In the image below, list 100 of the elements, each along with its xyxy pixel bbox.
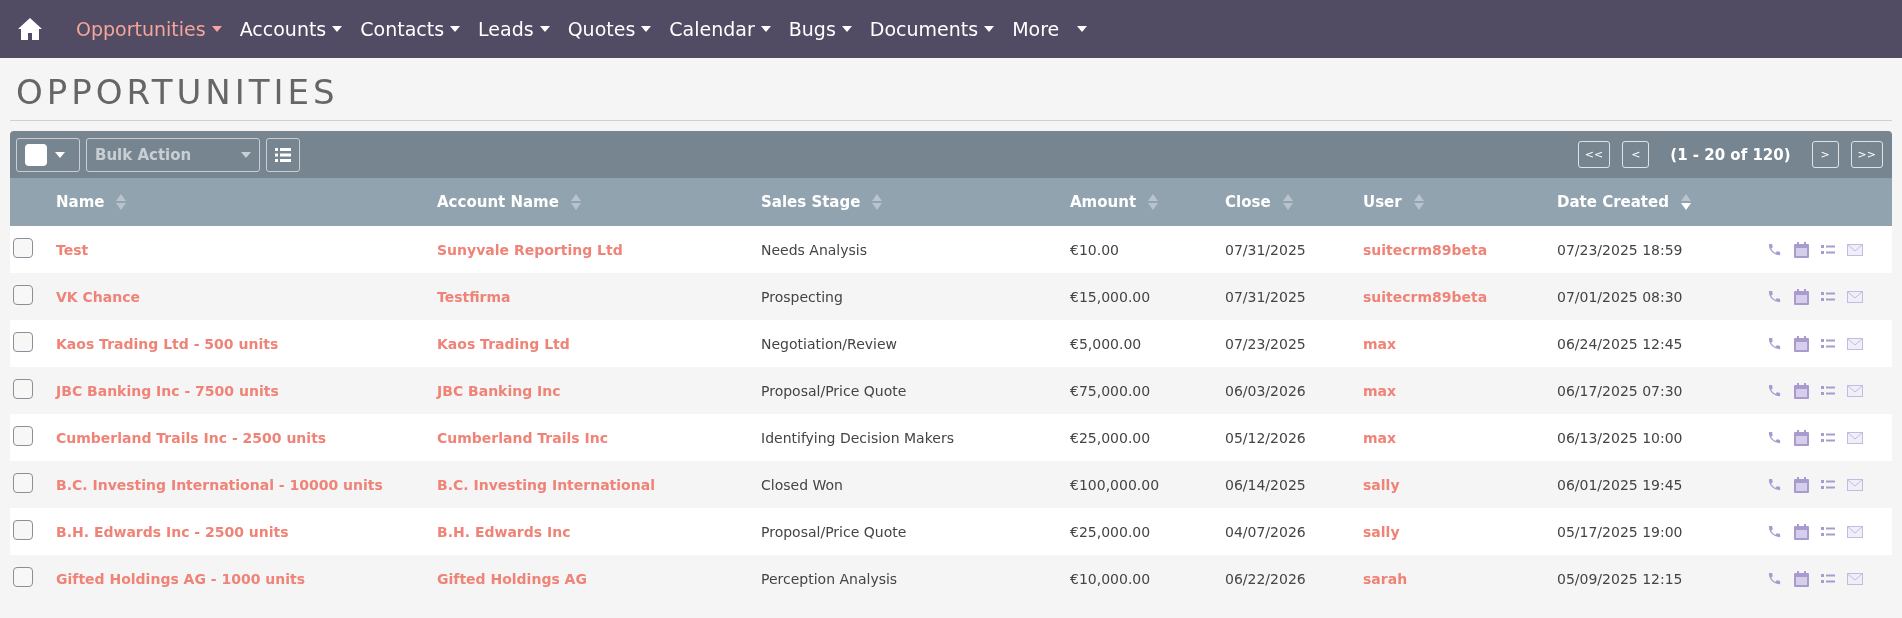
nav-menu-item[interactable]: Leads [478, 18, 551, 40]
calendar-icon[interactable] [1794, 241, 1809, 258]
calendar-icon[interactable] [1794, 476, 1809, 493]
sort-icon[interactable] [116, 194, 127, 210]
sort-icon[interactable] [1148, 194, 1159, 210]
sort-icon[interactable] [1282, 194, 1293, 210]
previous-page-button[interactable]: < [1622, 141, 1650, 168]
account-link[interactable]: B.H. Edwards Inc [437, 524, 571, 540]
account-link[interactable]: Sunyvale Reporting Ltd [437, 242, 623, 258]
column-header[interactable]: Name [56, 193, 105, 211]
sort-icon[interactable] [570, 194, 581, 210]
user-link[interactable]: sally [1363, 524, 1400, 540]
phone-icon[interactable] [1767, 477, 1782, 492]
sort-icon[interactable] [1680, 194, 1691, 210]
phone-icon[interactable] [1767, 242, 1782, 257]
first-page-button[interactable]: << [1577, 141, 1611, 168]
account-link[interactable]: Gifted Holdings AG [437, 571, 587, 587]
nav-menu-item[interactable]: Accounts [239, 18, 344, 40]
row-checkbox[interactable] [13, 425, 33, 446]
opportunity-link[interactable]: JBC Banking Inc - 7500 units [56, 383, 279, 399]
nav-menu-item[interactable]: Quotes [567, 18, 653, 40]
list-icon[interactable] [1821, 431, 1835, 444]
calendar-icon[interactable] [1794, 570, 1809, 587]
column-header[interactable]: User [1363, 193, 1402, 211]
next-page-button[interactable]: > [1811, 141, 1839, 168]
row-checkbox[interactable] [13, 519, 33, 540]
phone-icon[interactable] [1767, 383, 1782, 398]
column-header[interactable]: Close [1225, 193, 1271, 211]
list-icon[interactable] [1821, 290, 1835, 303]
opportunity-link[interactable]: VK Chance [56, 289, 140, 305]
bulk-action-dropdown[interactable]: Bulk Action [86, 137, 260, 172]
user-link[interactable]: max [1363, 336, 1397, 352]
envelope-icon[interactable] [1847, 525, 1863, 538]
calendar-icon[interactable] [1794, 523, 1809, 540]
list-icon[interactable] [1821, 384, 1835, 397]
home-icon[interactable] [18, 18, 42, 40]
last-page-button[interactable]: >> [1850, 141, 1883, 168]
list-icon[interactable] [1821, 243, 1835, 256]
envelope-icon[interactable] [1847, 431, 1863, 444]
list-icon[interactable] [1821, 478, 1835, 491]
nav-menu-item[interactable]: Bugs [788, 18, 853, 40]
phone-icon[interactable] [1767, 524, 1782, 539]
account-link[interactable]: Cumberland Trails Inc [437, 430, 608, 446]
nav-menu-item[interactable]: Contacts [360, 18, 462, 40]
row-checkbox[interactable] [13, 284, 33, 305]
opportunity-link[interactable]: B.C. Investing International - 10000 units [56, 477, 383, 493]
calendar-icon[interactable] [1794, 382, 1809, 399]
opportunity-link[interactable]: Test [56, 242, 89, 258]
user-link[interactable]: sally [1363, 477, 1400, 493]
phone-icon[interactable] [1767, 571, 1782, 586]
envelope-icon[interactable] [1847, 572, 1863, 585]
calendar-icon[interactable] [1794, 288, 1809, 305]
select-all-dropdown[interactable] [16, 137, 80, 172]
nav-menu-item[interactable]: More [1012, 18, 1089, 40]
account-link[interactable]: Kaos Trading Ltd [437, 336, 570, 352]
opportunity-link[interactable]: Cumberland Trails Inc - 2500 units [56, 430, 327, 446]
column-header[interactable]: Date Created [1557, 193, 1669, 211]
account-link[interactable]: B.C. Investing International [437, 477, 655, 493]
table-cell: 06/01/2025 19:45 [1557, 477, 1683, 493]
row-checkbox[interactable] [13, 237, 33, 258]
envelope-icon[interactable] [1847, 337, 1863, 350]
list-icon[interactable] [1821, 337, 1835, 350]
table-cell: 07/31/2025 [1225, 242, 1306, 258]
list-icon[interactable] [1821, 572, 1835, 585]
opportunity-link[interactable]: B.H. Edwards Inc - 2500 units [56, 524, 289, 540]
opportunity-link[interactable]: Gifted Holdings AG - 1000 units [56, 571, 306, 587]
table-cell: 05/17/2025 19:00 [1557, 524, 1683, 540]
column-header[interactable]: Amount [1070, 193, 1137, 211]
envelope-icon[interactable] [1847, 384, 1863, 397]
table-cell: 07/23/2025 [1225, 336, 1306, 352]
envelope-icon[interactable] [1847, 243, 1863, 256]
calendar-icon[interactable] [1794, 335, 1809, 352]
account-link[interactable]: JBC Banking Inc [437, 383, 561, 399]
user-link[interactable]: max [1363, 430, 1397, 446]
phone-icon[interactable] [1767, 336, 1782, 351]
column-header[interactable]: Sales Stage [761, 193, 861, 211]
row-checkbox[interactable] [13, 378, 33, 399]
user-link[interactable]: suitecrm89beta [1363, 242, 1488, 258]
user-link[interactable]: suitecrm89beta [1363, 289, 1488, 305]
account-link[interactable]: Testfirma [437, 289, 511, 305]
user-link[interactable]: sarah [1363, 571, 1408, 587]
nav-menu-item[interactable]: Calendar [669, 18, 772, 40]
list-icon[interactable] [1821, 525, 1835, 538]
column-chooser-button[interactable] [266, 137, 300, 172]
phone-icon[interactable] [1767, 289, 1782, 304]
row-checkbox[interactable] [13, 566, 33, 587]
sort-icon[interactable] [872, 194, 883, 210]
table-cell: 06/03/2026 [1225, 383, 1306, 399]
phone-icon[interactable] [1767, 430, 1782, 445]
calendar-icon[interactable] [1794, 429, 1809, 446]
envelope-icon[interactable] [1847, 290, 1863, 303]
sort-icon[interactable] [1413, 194, 1424, 210]
row-checkbox[interactable] [13, 331, 33, 352]
user-link[interactable]: max [1363, 383, 1397, 399]
opportunity-link[interactable]: Kaos Trading Ltd - 500 units [56, 336, 279, 352]
row-checkbox[interactable] [13, 472, 33, 493]
nav-menu-item[interactable]: Opportunities [76, 18, 223, 40]
nav-menu-item[interactable]: Documents [869, 18, 996, 40]
column-header[interactable]: Account Name [437, 193, 559, 211]
envelope-icon[interactable] [1847, 478, 1863, 491]
